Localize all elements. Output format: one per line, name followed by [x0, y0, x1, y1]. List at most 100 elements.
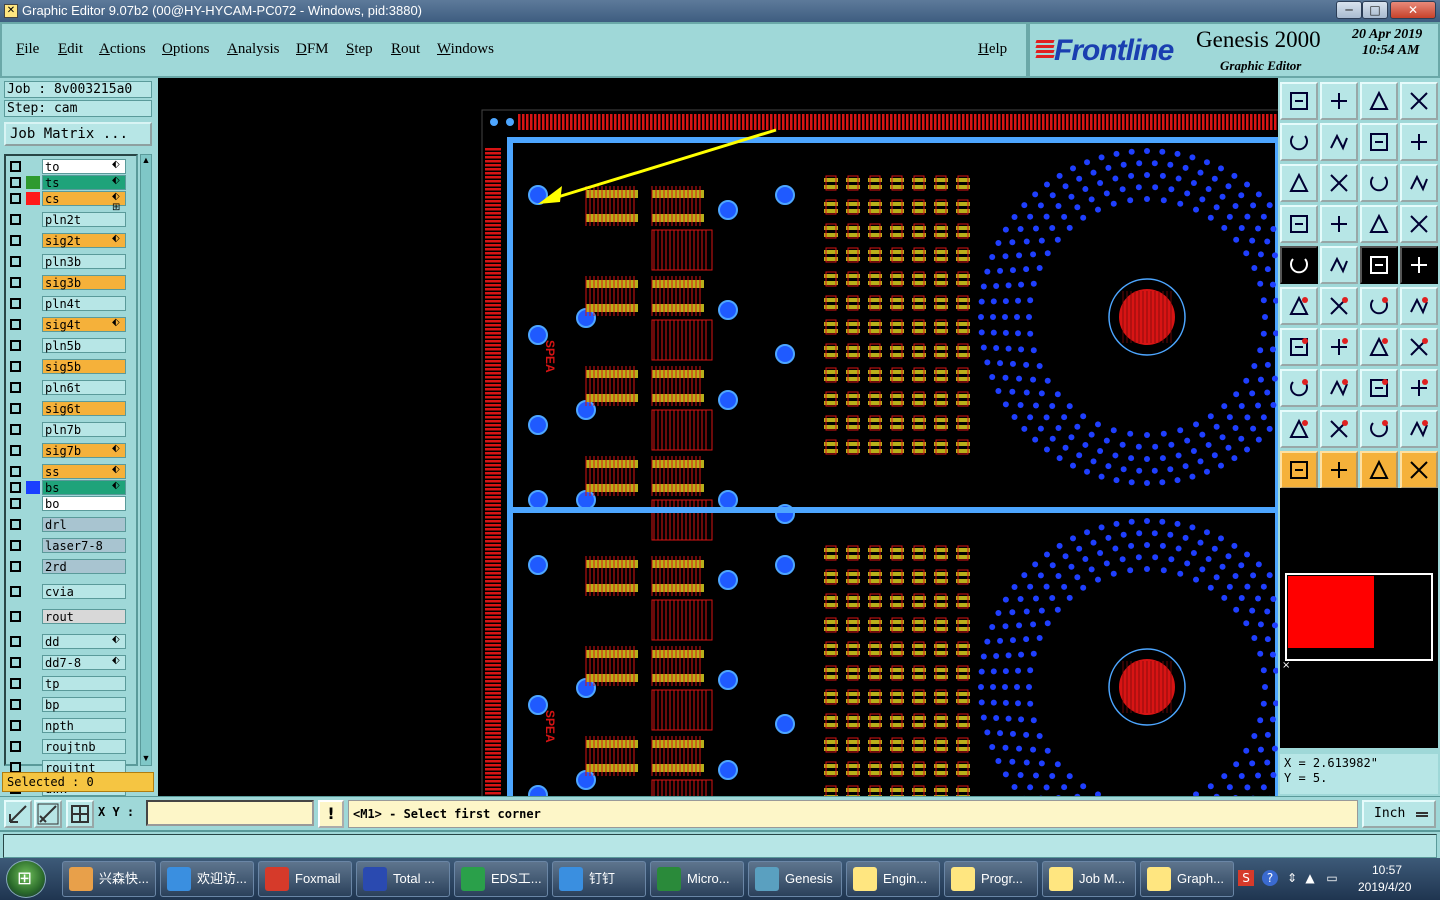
layer-row-cvia[interactable]: cvia — [8, 584, 130, 599]
layer-row-dd7-8[interactable]: dd7-8 ⬖ — [8, 655, 130, 670]
layer-label[interactable]: pln5b — [42, 338, 126, 353]
layer-label[interactable]: pln2t — [42, 212, 126, 227]
move-point2-icon[interactable] — [1400, 287, 1438, 325]
layer-checkbox[interactable] — [10, 636, 21, 647]
grid-icon[interactable] — [66, 800, 94, 828]
pointer-box-icon[interactable] — [1320, 451, 1358, 489]
network-icon[interactable]: ▭ — [1324, 870, 1340, 886]
start-button[interactable]: ⊞ — [6, 860, 46, 898]
zoom-in-icon[interactable] — [1320, 82, 1358, 120]
move-point-icon[interactable] — [1360, 287, 1398, 325]
layer-row-dd[interactable]: dd ⬖ — [8, 634, 130, 649]
layer-row-sig2t[interactable]: sig2t ⬖ — [8, 233, 130, 248]
arch2-icon[interactable] — [1400, 410, 1438, 448]
taskbar-item[interactable]: EDS工... — [454, 861, 548, 897]
layer-checkbox[interactable] — [10, 586, 21, 597]
menu-actions[interactable]: Actions — [99, 41, 146, 58]
taskbar-item[interactable]: Foxmail — [258, 861, 352, 897]
menu-help[interactable]: Help — [978, 41, 1007, 58]
layer-label[interactable]: rout — [42, 609, 126, 624]
pointer-circle-icon[interactable] — [1360, 451, 1398, 489]
layer-label[interactable]: 2rd — [42, 559, 126, 574]
taskbar-item[interactable]: 钉钉 — [552, 861, 646, 897]
layer-row-roujtnb[interactable]: roujtnb — [8, 739, 130, 754]
layer-row-pln2t[interactable]: pln2t — [8, 212, 130, 227]
taskbar-item[interactable]: 欢迎访... — [160, 861, 254, 897]
layer-checkbox[interactable] — [10, 611, 21, 622]
graphic-canvas[interactable]: SPEA SPEA — [158, 78, 1278, 796]
layer-label[interactable]: sig6t — [42, 401, 126, 416]
layer-checkbox[interactable] — [10, 678, 21, 689]
layer-row-sig5b[interactable]: sig5b — [8, 359, 130, 374]
minimize-button[interactable]: ─ — [1336, 1, 1362, 19]
taskbar-item[interactable]: Job M... — [1042, 861, 1136, 897]
taskbar-item[interactable]: Progr... — [944, 861, 1038, 897]
taskbar-item[interactable]: Genesis — [748, 861, 842, 897]
grid-tool-icon[interactable] — [1320, 205, 1358, 243]
layer-row-sig7b[interactable]: sig7b ⬖ — [8, 443, 130, 458]
layer-checkbox[interactable] — [10, 445, 21, 456]
layer-row-npth[interactable]: npth — [8, 718, 130, 733]
clock-date[interactable]: 2019/4/20 — [1358, 880, 1411, 894]
layer-checkbox[interactable] — [10, 466, 21, 477]
pointer-icon[interactable] — [1280, 451, 1318, 489]
snap-icon[interactable] — [1280, 205, 1318, 243]
layer-row-tp[interactable]: tp — [8, 676, 130, 691]
layer-checkbox[interactable] — [10, 403, 21, 414]
menu-rout[interactable]: Rout — [391, 41, 420, 58]
cross-icon[interactable] — [1320, 287, 1358, 325]
units-selector[interactable]: Inch — [1362, 800, 1436, 828]
layer-checkbox[interactable] — [10, 298, 21, 309]
layer-checkbox[interactable] — [10, 498, 21, 509]
menu-options[interactable]: Options — [162, 41, 210, 58]
taskbar-item[interactable]: Micro... — [650, 861, 744, 897]
layer-label[interactable]: cvia — [42, 584, 126, 599]
menu-dfm[interactable]: DFM — [296, 41, 329, 58]
layer-checkbox[interactable] — [10, 699, 21, 710]
taskbar-item[interactable]: 兴森快... — [62, 861, 156, 897]
layer-compare-icon[interactable] — [1360, 205, 1398, 243]
layer-label[interactable]: sig3b — [42, 275, 126, 290]
pcb-board-view[interactable]: SPEA SPEA — [158, 78, 1278, 796]
pad-icon[interactable] — [1400, 246, 1438, 284]
redraw-icon[interactable] — [1400, 123, 1438, 161]
zoom-home2-icon[interactable] — [1360, 82, 1398, 120]
layer-row-laser7-8[interactable]: laser7-8 — [8, 538, 130, 553]
tray-arrow-icon[interactable]: ⇕ — [1284, 870, 1300, 886]
edit-polygon-icon[interactable] — [1320, 246, 1358, 284]
scroll-down-icon[interactable]: ▼ — [141, 753, 151, 765]
layer-checkbox[interactable] — [10, 235, 21, 246]
fit-icon[interactable] — [1280, 164, 1318, 202]
clock-time[interactable]: 10:57 — [1372, 863, 1402, 877]
menu-windows[interactable]: Windows — [437, 41, 494, 58]
triangle-icon[interactable] — [1280, 410, 1318, 448]
pointer-path-icon[interactable] — [1400, 451, 1438, 489]
layer-checkbox[interactable] — [10, 193, 21, 204]
layer-row-bs[interactable]: bs ⬖ — [8, 480, 130, 495]
center-icon[interactable] — [1320, 164, 1358, 202]
group-icon[interactable] — [1400, 369, 1438, 407]
layer-checkbox[interactable] — [10, 720, 21, 731]
layer-checkbox[interactable] — [10, 382, 21, 393]
layer-label[interactable]: sig5b — [42, 359, 126, 374]
layer-checkbox[interactable] — [10, 657, 21, 668]
layer-label[interactable]: pln6t — [42, 380, 126, 395]
pan-left-icon[interactable] — [1280, 123, 1318, 161]
menu-edit[interactable]: Edit — [58, 41, 83, 58]
line-h-icon[interactable] — [1320, 369, 1358, 407]
resize-icon[interactable] — [1360, 369, 1398, 407]
layer-row-drl[interactable]: drl — [8, 517, 130, 532]
layer-row-rout[interactable]: rout — [8, 609, 130, 624]
job-matrix-button[interactable]: Job Matrix ... — [4, 122, 152, 146]
close-button[interactable]: ✕ — [1390, 1, 1436, 19]
layer-row-sig3b[interactable]: sig3b — [8, 275, 130, 290]
zoom-home-icon[interactable] — [1280, 82, 1318, 120]
layer-checkbox[interactable] — [10, 361, 21, 372]
layer-row-to[interactable]: to ⬖ — [8, 159, 130, 174]
layer-label[interactable]: npth — [42, 718, 126, 733]
line-icon[interactable] — [1320, 328, 1358, 366]
layer-row-pln4t[interactable]: pln4t — [8, 296, 130, 311]
layer-checkbox[interactable] — [10, 561, 21, 572]
layer-row-cs[interactable]: cs ⬖ ⊞ — [8, 191, 130, 213]
measure-icon[interactable] — [34, 800, 62, 828]
